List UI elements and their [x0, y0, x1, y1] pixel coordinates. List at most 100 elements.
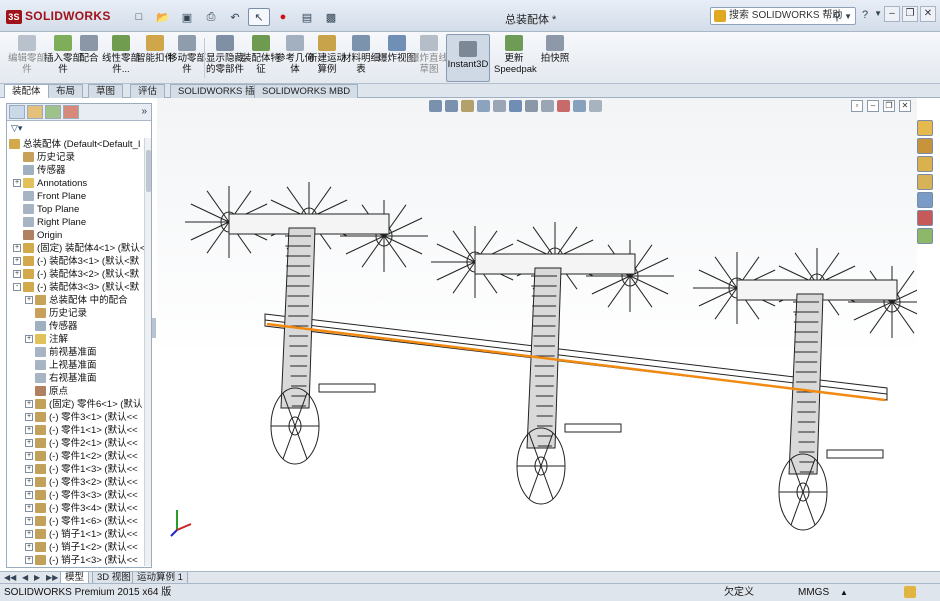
print-icon[interactable]: ⎙: [200, 8, 222, 26]
last-tab-icon[interactable]: ▶▶: [46, 573, 58, 582]
instant3d-button[interactable]: Instant3D: [446, 34, 490, 82]
edit-component-button[interactable]: 编辑零部件: [8, 34, 46, 82]
new-motion-study-button[interactable]: 新建运动算例: [308, 34, 346, 82]
search-icon[interactable]: ⚲: [833, 9, 841, 25]
tree-item[interactable]: + (-) 零件2<1> (默认<<: [25, 437, 138, 450]
tree-item[interactable]: 传感器: [13, 164, 66, 177]
options-icon[interactable]: ▩: [320, 8, 342, 26]
take-snapshot-button[interactable]: 拍快照: [536, 34, 574, 82]
tree-root[interactable]: 总装配体 (Default<Default_I: [9, 138, 140, 151]
tree-item[interactable]: + (-) 销子1<1> (默认<<: [25, 528, 138, 541]
tree-item[interactable]: 右视基准面: [25, 372, 97, 385]
tab-assembly[interactable]: 装配体: [4, 84, 49, 98]
display-manager-tab-icon[interactable]: [63, 105, 79, 119]
tab-layout[interactable]: 布局: [48, 84, 84, 98]
collapse-icon[interactable]: -: [13, 283, 21, 292]
tree-item[interactable]: Origin: [13, 229, 62, 242]
tab-evaluate[interactable]: 评估: [130, 84, 166, 98]
scrollbar-thumb[interactable]: [146, 150, 151, 192]
expand-icon[interactable]: +: [13, 179, 21, 188]
tree-item[interactable]: + (-) 零件3<2> (默认<<: [25, 476, 138, 489]
minimize-icon[interactable]: –: [884, 6, 900, 22]
expand-icon[interactable]: +: [25, 491, 33, 500]
tree-item[interactable]: Right Plane: [13, 216, 86, 229]
tree-item[interactable]: + (-) 零件3<1> (默认<<: [25, 411, 138, 424]
linear-pattern-button[interactable]: 线性零部件...: [102, 34, 140, 82]
undo-icon[interactable]: ↶: [224, 8, 246, 26]
expand-icon[interactable]: +: [25, 439, 33, 448]
expand-icon[interactable]: +: [25, 478, 33, 487]
expand-icon[interactable]: +: [25, 426, 33, 435]
close-icon[interactable]: ✕: [920, 6, 936, 22]
tree-item[interactable]: Top Plane: [13, 203, 79, 216]
first-tab-icon[interactable]: ◀◀: [4, 573, 16, 582]
panel-splitter[interactable]: [152, 318, 156, 338]
tab-solidworks-mbd[interactable]: SOLIDWORKS MBD: [254, 84, 359, 98]
expand-panel-icon[interactable]: »: [141, 106, 147, 117]
expand-icon[interactable]: +: [25, 504, 33, 513]
graphics-viewport[interactable]: ▫ – ❐ ✕: [157, 98, 917, 568]
expand-icon[interactable]: +: [13, 257, 21, 266]
expand-icon[interactable]: +: [25, 296, 33, 305]
tree-item[interactable]: + (-) 装配体3<1> (默认<默: [13, 255, 139, 268]
tree-item[interactable]: + 注解: [25, 333, 68, 346]
tree-item[interactable]: + (-) 零件1<1> (默认<<: [25, 424, 138, 437]
search-input[interactable]: 搜索 SOLIDWORKS 帮助 ⚲ ▼: [710, 7, 856, 25]
prev-tab-icon[interactable]: ◀: [22, 573, 28, 582]
status-units[interactable]: MMGS: [798, 584, 829, 601]
tree-item[interactable]: + (-) 零件1<2> (默认<<: [25, 450, 138, 463]
tree-item[interactable]: + 总装配体 中的配合: [25, 294, 128, 307]
bill-of-materials-button[interactable]: 材料明细表: [342, 34, 380, 82]
tree-item[interactable]: + (-) 零件1<6> (默认<<: [25, 515, 138, 528]
expand-icon[interactable]: +: [13, 244, 21, 253]
file-properties-icon[interactable]: ▤: [296, 8, 318, 26]
show-hidden-components-button[interactable]: 显示隐藏的零部件: [206, 34, 244, 82]
tree-item[interactable]: 传感器: [25, 320, 78, 333]
tree-item[interactable]: 历史记录: [13, 151, 75, 164]
rebuild-icon[interactable]: ●: [272, 8, 294, 26]
filter-icon[interactable]: ▽▾: [11, 123, 22, 134]
tree-item[interactable]: + (-) 销子1<3> (默认<<: [25, 554, 138, 566]
view-palette-icon[interactable]: [917, 192, 933, 208]
property-manager-tab-icon[interactable]: [27, 105, 43, 119]
tree-item[interactable]: + (-) 零件3<4> (默认<<: [25, 502, 138, 515]
file-explorer-icon[interactable]: [917, 174, 933, 190]
feature-tree-tab-icon[interactable]: [9, 105, 25, 119]
move-component-button[interactable]: 移动零部件: [168, 34, 206, 82]
resources-icon[interactable]: [917, 138, 933, 154]
expand-icon[interactable]: +: [25, 452, 33, 461]
custom-properties-icon[interactable]: [917, 228, 933, 244]
new-file-icon[interactable]: □: [128, 8, 150, 26]
select-pointer-icon[interactable]: ↖: [248, 8, 270, 26]
expand-icon[interactable]: +: [25, 400, 33, 409]
expand-icon[interactable]: +: [25, 335, 33, 344]
explode-line-sketch-button[interactable]: 爆炸直线草图: [410, 34, 448, 82]
tree-item[interactable]: + (-) 零件3<3> (默认<<: [25, 489, 138, 502]
tree-item[interactable]: + Annotations: [13, 177, 87, 190]
tree-item[interactable]: + (-) 销子1<2> (默认<<: [25, 541, 138, 554]
save-icon[interactable]: ▣: [176, 8, 198, 26]
expand-icon[interactable]: +: [25, 556, 33, 565]
restore-icon[interactable]: ❐: [902, 6, 918, 22]
tree-item[interactable]: + (-) 装配体3<2> (默认<默: [13, 268, 139, 281]
home-icon[interactable]: [917, 120, 933, 136]
chevron-down-icon[interactable]: ▼: [874, 9, 882, 21]
update-speedpak-button[interactable]: 更新Speedpak: [494, 34, 537, 82]
tree-item[interactable]: + (固定) 装配体4<1> (默认<: [13, 242, 145, 255]
tree-item[interactable]: 上视基准面: [25, 359, 97, 372]
appearances-icon[interactable]: [917, 210, 933, 226]
next-tab-icon[interactable]: ▶: [34, 573, 40, 582]
tree-item[interactable]: Front Plane: [13, 190, 86, 203]
configuration-manager-tab-icon[interactable]: [45, 105, 61, 119]
solidworks-logo[interactable]: 3S SOLIDWORKS: [6, 9, 111, 24]
chevron-up-icon[interactable]: ▲: [840, 584, 848, 601]
tab-sketch[interactable]: 草图: [88, 84, 124, 98]
open-folder-icon[interactable]: 📂: [152, 8, 174, 26]
mate-button[interactable]: 配合: [74, 34, 104, 82]
tree-scrollbar[interactable]: [144, 138, 151, 566]
expand-icon[interactable]: +: [13, 270, 21, 279]
expand-icon[interactable]: +: [25, 517, 33, 526]
chevron-down-icon[interactable]: ▼: [844, 9, 852, 25]
rebuild-status-icon[interactable]: [904, 586, 916, 598]
design-library-icon[interactable]: [917, 156, 933, 172]
